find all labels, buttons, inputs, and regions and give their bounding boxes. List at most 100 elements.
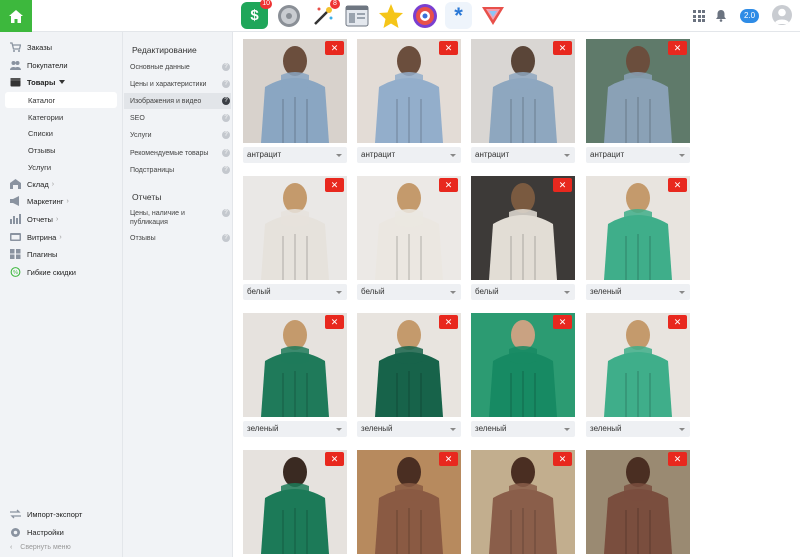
sidebar-subitem-services[interactable]: Услуги xyxy=(28,163,51,172)
product-photo[interactable]: ✕ xyxy=(243,313,347,417)
variant-color-select[interactable]: белый xyxy=(243,284,347,300)
product-photo[interactable]: ✕ xyxy=(243,450,347,554)
star-app-icon[interactable] xyxy=(377,2,404,29)
help-icon[interactable]: ? xyxy=(222,234,230,242)
help-icon[interactable]: ? xyxy=(222,97,230,105)
gear-app-icon[interactable] xyxy=(275,2,302,29)
sidebar-item-reports[interactable]: Отчеты › xyxy=(10,212,58,226)
main-sidebar: Заказы Покупатели Товары Каталог Категор… xyxy=(0,32,123,557)
sidebar-item-plugins[interactable]: Плагины xyxy=(10,247,57,261)
help-icon[interactable]: ? xyxy=(222,63,230,71)
delete-photo-button[interactable]: ✕ xyxy=(668,178,687,192)
sidebar-item-flexible-discounts[interactable]: % Гибкие скидки xyxy=(10,265,76,279)
editor-nav-recommended[interactable]: Рекомендуемые товары? xyxy=(130,149,230,158)
sidebar-subitem-lists[interactable]: Списки xyxy=(28,129,53,138)
triangle-app-icon[interactable] xyxy=(479,2,506,29)
editor-nav-basic[interactable]: Основные данные? xyxy=(130,63,230,72)
product-photo[interactable]: ✕ xyxy=(586,450,690,554)
apps-grid-icon[interactable] xyxy=(693,10,705,22)
variant-color-select[interactable]: зеленый xyxy=(357,421,461,437)
help-icon[interactable]: ? xyxy=(222,149,230,157)
variant-color-select[interactable]: зеленый xyxy=(243,421,347,437)
close-icon: ✕ xyxy=(558,43,567,53)
sidebar-item-storefront[interactable]: Витрина › xyxy=(10,230,62,244)
sidebar-item-warehouse[interactable]: Склад › xyxy=(10,177,54,191)
delete-photo-button[interactable]: ✕ xyxy=(553,315,572,329)
window-app-icon[interactable] xyxy=(343,2,370,29)
help-icon[interactable]: ? xyxy=(222,209,230,217)
close-icon: ✕ xyxy=(330,43,339,53)
variant-color-value: зеленый xyxy=(247,424,279,433)
editor-nav-seo[interactable]: SEO? xyxy=(130,114,230,123)
delete-photo-button[interactable]: ✕ xyxy=(439,315,458,329)
variant-color-select[interactable]: зеленый xyxy=(586,421,690,437)
delete-photo-button[interactable]: ✕ xyxy=(553,41,572,55)
sidebar-item-marketing[interactable]: Маркетинг › xyxy=(10,194,69,208)
sidebar-item-settings[interactable]: Настройки xyxy=(10,527,64,538)
delete-photo-button[interactable]: ✕ xyxy=(553,178,572,192)
product-photo[interactable]: ✕ xyxy=(471,176,575,280)
chevron-down-icon xyxy=(336,291,342,294)
sidebar-subitem-categories[interactable]: Категории xyxy=(28,113,63,122)
delete-photo-button[interactable]: ✕ xyxy=(325,452,344,466)
dollar-app-icon[interactable]: $ 10 xyxy=(241,0,272,29)
collapse-menu-button[interactable]: ‹ Свернуть меню xyxy=(10,544,71,551)
product-photo[interactable]: ✕ xyxy=(586,176,690,280)
variant-color-select[interactable]: зеленый xyxy=(586,284,690,300)
product-photo[interactable]: ✕ xyxy=(586,313,690,417)
editor-nav-services[interactable]: Услуги? xyxy=(130,131,230,140)
product-photo[interactable]: ✕ xyxy=(243,39,347,143)
variant-color-select[interactable]: антрацит xyxy=(243,147,347,163)
product-photo[interactable]: ✕ xyxy=(586,39,690,143)
delete-photo-button[interactable]: ✕ xyxy=(325,178,344,192)
product-photo[interactable]: ✕ xyxy=(471,39,575,143)
product-photo[interactable]: ✕ xyxy=(357,176,461,280)
product-photo[interactable]: ✕ xyxy=(357,313,461,417)
help-icon[interactable]: ? xyxy=(222,166,230,174)
product-photo[interactable]: ✕ xyxy=(357,39,461,143)
product-photo-card: ✕ антрацит xyxy=(243,39,347,163)
sidebar-subitem-reviews[interactable]: Отзывы xyxy=(28,146,55,155)
report-nav-prices-stock[interactable]: Цены, наличие и публикация? xyxy=(130,209,230,227)
bell-icon[interactable] xyxy=(715,9,727,22)
delete-photo-button[interactable]: ✕ xyxy=(668,315,687,329)
variant-color-select[interactable]: белый xyxy=(471,284,575,300)
variant-color-select[interactable]: антрацит xyxy=(586,147,690,163)
target-app-icon[interactable] xyxy=(411,2,438,29)
sidebar-item-import-export[interactable]: Импорт-экспорт xyxy=(10,509,82,519)
delete-photo-button[interactable]: ✕ xyxy=(668,41,687,55)
asterisk-app-icon[interactable]: * xyxy=(445,2,472,29)
sidebar-item-customers[interactable]: Покупатели xyxy=(10,58,68,72)
product-photo[interactable]: ✕ xyxy=(357,450,461,554)
sidebar-subitem-catalog[interactable]: Каталог xyxy=(28,96,55,105)
avatar[interactable] xyxy=(772,5,792,25)
version-badge[interactable]: 2.0 xyxy=(740,9,760,23)
magic-wand-app-icon[interactable]: 8 xyxy=(309,0,340,29)
variant-color-select[interactable]: антрацит xyxy=(357,147,461,163)
delete-photo-button[interactable]: ✕ xyxy=(668,452,687,466)
sidebar-item-products[interactable]: Товары xyxy=(10,75,66,89)
editor-nav-prices[interactable]: Цены и характеристики? xyxy=(130,80,230,89)
help-icon[interactable]: ? xyxy=(222,114,230,122)
product-photo[interactable]: ✕ xyxy=(471,450,575,554)
delete-photo-button[interactable]: ✕ xyxy=(325,41,344,55)
help-icon[interactable]: ? xyxy=(222,131,230,139)
sidebar-item-orders[interactable]: Заказы xyxy=(10,40,52,54)
delete-photo-button[interactable]: ✕ xyxy=(439,178,458,192)
chevron-right-icon: › xyxy=(55,215,59,223)
home-button[interactable] xyxy=(0,0,32,32)
help-icon[interactable]: ? xyxy=(222,80,230,88)
variant-color-select[interactable]: антрацит xyxy=(471,147,575,163)
report-nav-reviews[interactable]: Отзывы? xyxy=(130,234,230,243)
delete-photo-button[interactable]: ✕ xyxy=(439,41,458,55)
product-photo[interactable]: ✕ xyxy=(471,313,575,417)
variant-color-select[interactable]: белый xyxy=(357,284,461,300)
product-photo[interactable]: ✕ xyxy=(243,176,347,280)
variant-color-select[interactable]: зеленый xyxy=(471,421,575,437)
delete-photo-button[interactable]: ✕ xyxy=(553,452,572,466)
delete-photo-button[interactable]: ✕ xyxy=(439,452,458,466)
delete-photo-button[interactable]: ✕ xyxy=(325,315,344,329)
editor-nav-images[interactable]: Изображения и видео? xyxy=(130,97,230,106)
editor-nav-subpages[interactable]: Подстраницы? xyxy=(130,166,230,175)
sidebar-item-label: Витрина xyxy=(27,232,57,242)
